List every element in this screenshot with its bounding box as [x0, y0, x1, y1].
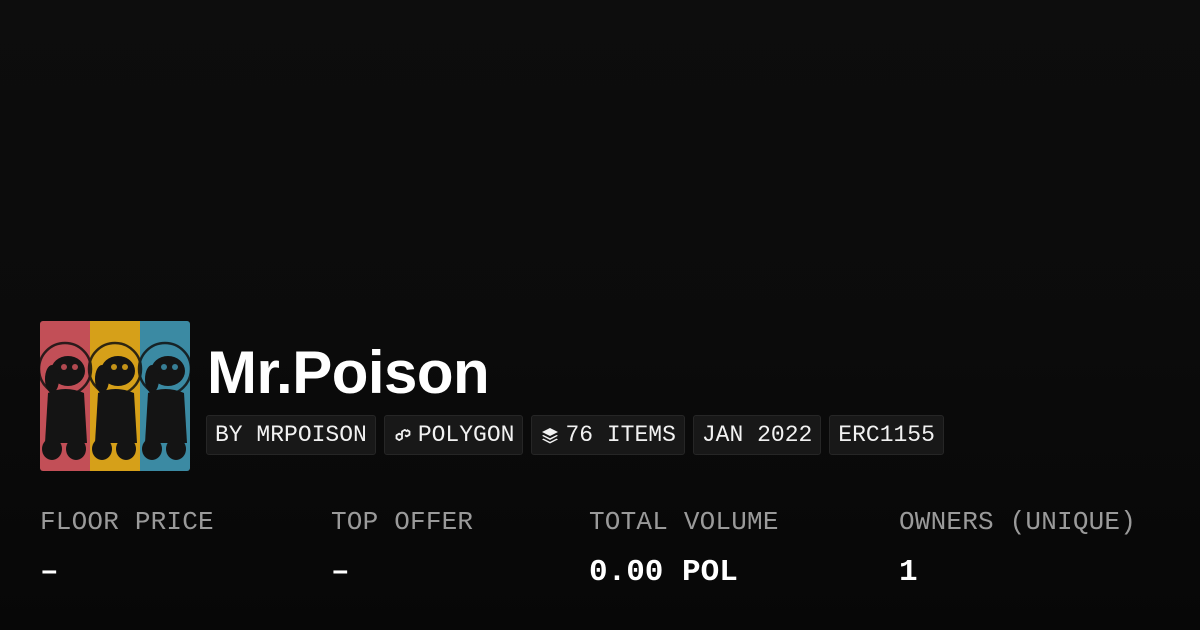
date-badge: JAN 2022	[692, 415, 822, 455]
avatar-image	[40, 321, 190, 471]
standard-badge: ERC1155	[829, 415, 944, 455]
stat-owners: OWNERS (UNIQUE) 1	[899, 505, 1136, 591]
stat-value: 0.00 POL	[589, 555, 738, 590]
layers-icon	[542, 428, 559, 444]
collection-title: Mr.Poison	[207, 339, 490, 406]
stat-label: TOP OFFER	[331, 507, 474, 537]
date-badge-label: JAN 2022	[701, 422, 813, 448]
collection-share-card: Mr.Poison BY MRPOISON POLYGON 76 ITEMS J…	[0, 0, 1200, 630]
items-badge[interactable]: 76 ITEMS	[531, 415, 685, 455]
collection-badges: BY MRPOISON POLYGON 76 ITEMS JAN 2022 ER…	[206, 415, 944, 455]
collection-avatar	[40, 321, 190, 471]
stat-top-offer: TOP OFFER –	[331, 505, 473, 591]
stat-label: OWNERS (UNIQUE)	[899, 507, 1137, 537]
stat-floor-price: FLOOR PRICE –	[40, 505, 214, 591]
chain-badge[interactable]: POLYGON	[383, 415, 524, 455]
standard-badge-label: ERC1155	[838, 422, 935, 448]
creator-badge-label: BY MRPOISON	[215, 422, 367, 448]
chain-badge-label: POLYGON	[417, 422, 515, 448]
stat-label: TOTAL VOLUME	[589, 507, 779, 537]
stat-label: FLOOR PRICE	[40, 507, 214, 537]
creator-badge[interactable]: BY MRPOISON	[206, 415, 376, 455]
stat-value: 1	[899, 555, 918, 590]
stat-value: –	[331, 555, 350, 590]
items-badge-label: 76 ITEMS	[565, 422, 676, 448]
stat-value: –	[40, 555, 59, 590]
polygon-icon	[395, 429, 411, 441]
stat-total-volume: TOTAL VOLUME 0.00 POL	[589, 505, 779, 591]
